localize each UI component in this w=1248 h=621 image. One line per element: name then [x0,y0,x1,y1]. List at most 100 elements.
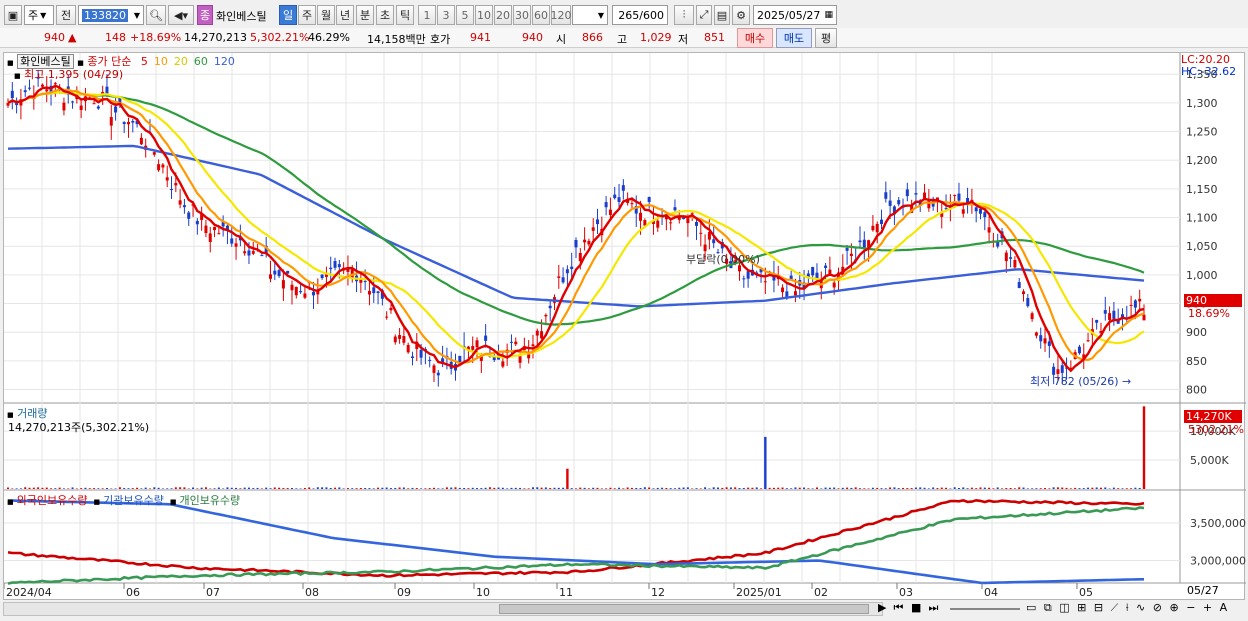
period-tab[interactable]: 틱 [396,5,414,25]
volume-percent: 5,302.21% [250,31,310,44]
open-label: 시 [556,33,567,46]
date-input[interactable]: 2025/05/27 ▦ [753,5,837,25]
candle-body [389,307,393,311]
volume-bar [781,487,784,489]
volume-bar [742,488,745,489]
volume-bar [884,488,887,489]
interval-button[interactable]: 60 [532,5,550,25]
text-icon[interactable]: A [1220,601,1230,614]
trend-icon[interactable]: ⟊ [1126,601,1131,614]
volume-bar [988,487,991,489]
legend-marker-icon: ■ [14,72,21,80]
candle-body [875,223,879,233]
volume-bar [755,487,758,489]
high-label: 고 [617,33,628,46]
ask-value: 941 [470,31,491,44]
turnover-percent: 46.29% [308,31,350,44]
volume-bar [265,487,268,489]
volume-bar [1031,488,1034,489]
period-type-select[interactable]: 주 ▼ [24,5,54,25]
volume-bar [480,488,483,489]
stock-code-input[interactable]: 133820 ▼ [78,5,144,25]
candle-settings-icon[interactable]: ⫶ [674,5,694,25]
interval-button[interactable]: 120 [551,5,572,25]
ma60-line [7,91,1145,326]
period-tab[interactable]: 주 [298,5,316,25]
data-count-input[interactable]: 265/600 [612,5,668,25]
volume-bar [1069,488,1072,489]
interval-button[interactable]: 3 [437,5,455,25]
volume-bar [669,488,672,489]
candle-body [71,101,75,103]
interval-button[interactable]: 10 [475,5,493,25]
pattern-icon[interactable]: ∿ [1136,601,1147,614]
chart-type-icon[interactable]: ▣ [4,5,22,25]
volume-bar [359,488,362,489]
period-tab[interactable]: 년 [336,5,354,25]
interval-button[interactable]: 5 [456,5,474,25]
volume-bar [540,487,543,489]
volume-bar [140,488,143,489]
holding-series-label: 기관보유수량 [103,494,164,507]
period-tab[interactable]: 일 [279,5,297,25]
search-icon[interactable]: 🔍︎ [146,5,166,25]
first-icon[interactable]: ⏮ [894,601,908,615]
candle-body [299,291,303,293]
scrollbar-thumb[interactable] [499,604,869,614]
chart-scrollbar[interactable] [3,602,883,616]
chart-canvas[interactable]: 1,3501,3001,2501,2001,1501,1001,0501,000… [3,53,1246,601]
copy-icon[interactable]: ⧉ [1044,601,1054,614]
period-tab[interactable]: 초 [376,5,394,25]
volume-bar [157,487,160,489]
grid-icon[interactable]: ⊞ [1077,601,1088,614]
candle-body [793,291,797,296]
x-tick-label: 11 [559,586,573,599]
volume-bar [196,488,199,489]
volume-bar [321,487,324,489]
tool-icon[interactable]: ⊕ [1169,601,1180,614]
legend-ma-periods: 5 10 20 60 120 [135,55,235,68]
split-icon[interactable]: ◫ [1059,601,1071,614]
last-icon[interactable]: ⏭ [929,601,943,615]
minus-icon[interactable]: − [1186,601,1197,614]
layout-icon[interactable]: ▭ [1026,601,1038,614]
interval-button[interactable]: 20 [494,5,512,25]
compare-icon[interactable]: ⤢ [696,5,712,25]
speaker-icon[interactable]: ◀▾ [168,5,194,25]
interval-custom-select[interactable]: ▼ [572,5,608,25]
ask-label: 호가 [430,33,451,46]
plus-icon[interactable]: + [1203,601,1214,614]
volume-bar [772,487,775,489]
volume-bar [183,487,186,489]
x-tick-label: 2025/01 [736,586,782,599]
interval-button[interactable]: 1 [418,5,436,25]
zoom-icon[interactable]: ⊘ [1153,601,1164,614]
volume-bar [484,487,487,489]
prev-button[interactable]: 전 [56,5,76,25]
interval-button[interactable]: 30 [513,5,531,25]
scroll-right-icon[interactable]: ▶ [878,601,890,614]
gear-icon[interactable]: ⚙ [732,5,750,25]
buy-button[interactable]: 매수 [737,28,773,48]
ruler-icon[interactable]: ⊟ [1094,601,1105,614]
candle-body [1013,260,1017,268]
volume-bar [536,487,539,489]
nav-controls: ▶ ⏮ ■ ⏭ [878,601,943,615]
candle-body [441,358,445,362]
candle-body [195,220,199,225]
candle-body [746,271,750,279]
sell-button[interactable]: 매도 [776,28,812,48]
volume-bar [420,488,423,489]
volume-bar [97,488,100,489]
eval-button[interactable]: 평 [815,28,837,48]
volume-bar [19,488,22,489]
period-tab[interactable]: 분 [356,5,374,25]
volume-bar [889,487,892,489]
volume-bar [846,487,849,489]
chart-area[interactable]: 1,350 1,300 1,250 1,200 1,150 1,100 1,050 1,000… [3,52,1246,601]
save-icon[interactable]: ▤ [714,5,730,25]
stop-icon[interactable]: ■ [911,601,925,614]
draw-icon[interactable]: ⟋ [1111,601,1121,614]
zoom-slider[interactable] [950,608,1020,610]
period-tab[interactable]: 월 [317,5,335,25]
